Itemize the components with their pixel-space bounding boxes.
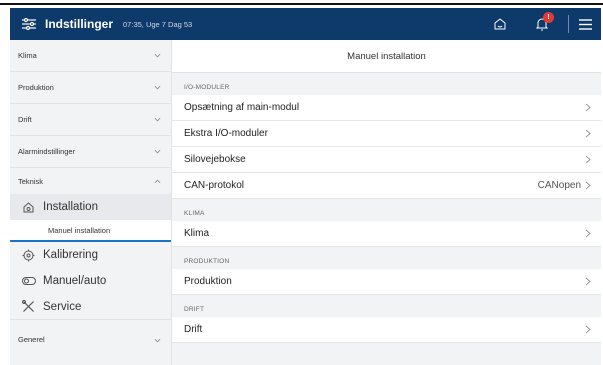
row-can-protokol[interactable]: CAN-protokol CANopen [172,173,601,199]
row-value: CANopen [537,180,581,191]
sidebar-category-label: Generel [18,335,45,344]
top-border [0,0,603,5]
chevron-right-icon [585,229,591,238]
settings-sliders-icon[interactable] [20,16,38,32]
row-label: Opsætning af main-modul [184,102,300,113]
sidebar-category-label: Teknisk [18,176,44,186]
row-label: Silovejebokse [184,154,246,165]
row-label: Ekstra I/O-moduler [184,128,268,139]
notification-badge: ! [543,12,554,23]
notification-bell-button[interactable]: ! [535,12,554,33]
toggle-icon [22,274,36,288]
tools-icon [22,300,36,314]
sidebar-item-service[interactable]: Service [10,294,171,320]
chevron-right-icon [585,129,591,138]
chevron-right-icon [585,155,591,164]
chevron-right-icon [585,181,591,190]
page-title: Indstillinger [45,17,114,31]
section-label-produktion: PRODUKTION [184,258,230,265]
sidebar-item-kalibrering[interactable]: Kalibrering [10,242,171,268]
sidebar-item-label: Manuel/auto [43,275,107,287]
chevron-down-icon [154,117,161,122]
sidebar-category-klima[interactable]: Klima [10,40,171,72]
chevron-right-icon [585,325,591,334]
sidebar-item-manuel-installation[interactable]: Manuel installation [10,220,171,242]
chevron-down-icon [154,85,161,90]
content-title: Manuel installation [172,40,601,73]
row-label: Klima [184,228,210,239]
chevron-right-icon [585,277,591,286]
hamburger-icon[interactable] [579,17,593,31]
calibration-icon [22,248,36,262]
row-ekstra-io-moduler[interactable]: Ekstra I/O-moduler [172,121,601,147]
sidebar-category-generel[interactable]: Generel [10,320,171,344]
row-klima[interactable]: Klima [172,221,601,247]
row-label: Produktion [184,276,232,287]
sidebar-category-teknisk[interactable]: Teknisk [10,168,171,194]
row-silovejebokse[interactable]: Silovejebokse [172,147,601,173]
sidebar-item-manuel-auto[interactable]: Manuel/auto [10,268,171,294]
header-timestamp: 07:35, Uge 7 Dag 53 [123,19,193,29]
row-drift[interactable]: Drift [172,317,601,343]
sidebar-item-label: Service [43,300,82,313]
chevron-up-icon [154,179,161,183]
row-label: Drift [184,324,203,335]
sidebar-item-label: Manuel installation [48,225,111,235]
sidebar-category-label: Alarmindstillinger [18,147,76,156]
section-label-io-moduler: I/O-MODULER [184,84,230,91]
section-label-klima: KLIMA [184,210,205,217]
sidebar-item-installation[interactable]: Installation [10,194,171,220]
chevron-right-icon [585,103,591,112]
sidebar-item-label: Kalibrering [43,249,98,261]
row-produktion[interactable]: Produktion [172,269,601,295]
sidebar-category-label: Drift [18,115,32,124]
row-label: CAN-protokol [184,180,245,191]
chevron-down-icon [154,53,161,58]
row-opsaetning-main-modul[interactable]: Opsætning af main-modul [172,95,601,121]
sidebar: Klima Produktion Drift Alarmindstillinge… [10,40,172,365]
sidebar-category-drift[interactable]: Drift [10,104,171,136]
section-label-drift: DRIFT [184,306,205,313]
chevron-down-icon [154,338,161,343]
main-content: Manuel installation I/O-MODULER Opsætnin… [172,40,601,365]
sidebar-category-label: Produktion [18,83,54,92]
app-header: Indstillinger 07:35, Uge 7 Dag 53 ! [10,8,601,40]
sidebar-item-label: Installation [43,201,98,213]
sidebar-category-produktion[interactable]: Produktion [10,72,171,104]
chevron-down-icon [154,149,161,154]
header-divider [568,15,569,33]
home-icon[interactable] [493,16,509,32]
sidebar-category-alarmindstillinger[interactable]: Alarmindstillinger [10,136,171,168]
sidebar-category-label: Klima [18,51,37,60]
installation-icon [22,200,36,214]
